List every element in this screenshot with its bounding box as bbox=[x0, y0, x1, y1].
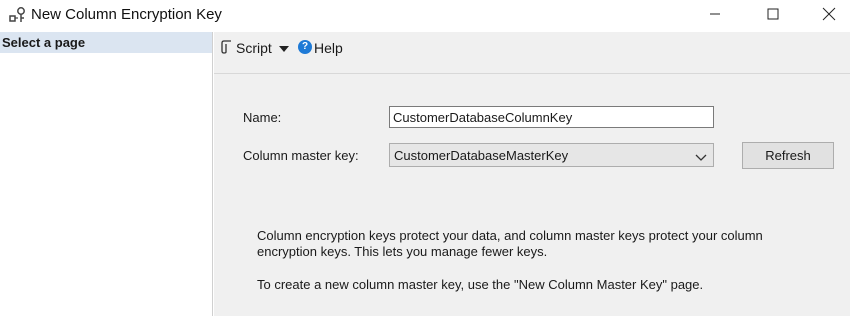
help-button[interactable]: Help bbox=[314, 40, 343, 56]
chevron-down-icon bbox=[695, 150, 707, 161]
maximize-button[interactable] bbox=[750, 0, 796, 30]
close-icon bbox=[822, 7, 836, 24]
script-icon[interactable] bbox=[220, 39, 234, 55]
minimize-icon bbox=[709, 8, 721, 23]
description-hint: To create a new column master key, use t… bbox=[257, 277, 704, 292]
key-icon bbox=[8, 5, 28, 25]
script-dropdown-icon[interactable] bbox=[278, 42, 290, 52]
content-pane: Script ? Help Name: Column master key: C… bbox=[214, 32, 850, 316]
select-page-header: Select a page bbox=[0, 32, 212, 53]
title-bar: New Column Encryption Key bbox=[0, 0, 850, 30]
name-label: Name: bbox=[243, 110, 282, 125]
help-icon[interactable]: ? bbox=[298, 40, 312, 54]
toolbar: Script ? Help bbox=[214, 32, 850, 74]
maximize-icon bbox=[767, 8, 779, 23]
minimize-button[interactable] bbox=[692, 0, 738, 30]
refresh-button[interactable]: Refresh bbox=[742, 142, 834, 169]
column-master-key-value: CustomerDatabaseMasterKey bbox=[394, 148, 569, 163]
script-button[interactable]: Script bbox=[236, 40, 272, 56]
close-button[interactable] bbox=[806, 0, 850, 30]
name-input[interactable] bbox=[389, 106, 714, 128]
column-master-key-label: Column master key: bbox=[243, 148, 359, 163]
window-title: New Column Encryption Key bbox=[31, 6, 222, 23]
description-paragraph: Column encryption keys protect your data… bbox=[257, 228, 763, 259]
page-selector-pane: Select a page bbox=[0, 32, 213, 316]
column-master-key-select[interactable]: CustomerDatabaseMasterKey bbox=[389, 143, 714, 167]
